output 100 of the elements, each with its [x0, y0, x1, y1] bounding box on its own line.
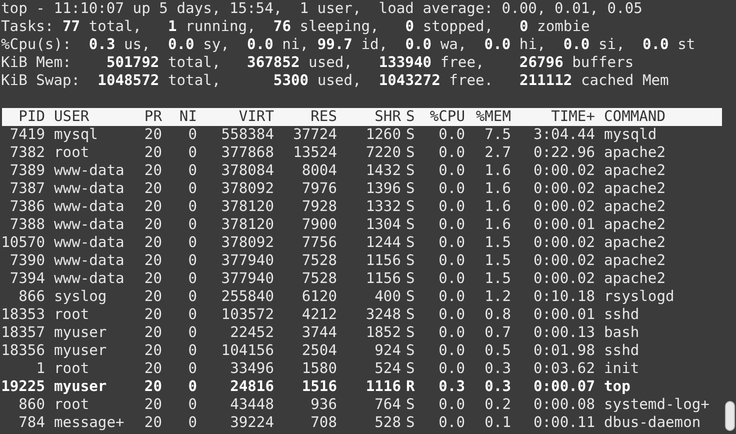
- table-cell-text: 0: [187, 234, 197, 252]
- table-cell-text: 1304: [364, 216, 401, 234]
- table-cell-text: 0: [187, 252, 197, 270]
- table-cell-text: 1244: [364, 234, 401, 252]
- table-cell-text: 1: [35, 360, 45, 378]
- column-header[interactable]: PID: [0, 108, 45, 126]
- table-cell-text: www-data: [54, 270, 126, 288]
- table-cell-text: bash: [604, 324, 640, 342]
- table-cell-text: 0: [187, 180, 197, 198]
- table-cell-text: 0.7: [484, 324, 511, 342]
- table-cell-text: 7390: [8, 252, 45, 270]
- table-cell-text: 0: [187, 144, 197, 162]
- table-cell-text: 7900: [300, 216, 337, 234]
- table-cell-text: 3744: [300, 324, 337, 342]
- table-cell-text: systemd-log+: [604, 396, 710, 414]
- table-cell-text: 7220: [364, 144, 401, 162]
- table-cell-text: 37724: [292, 126, 337, 144]
- table-cell-text: 0.0: [438, 288, 465, 306]
- table-cell-text: 4212: [300, 306, 337, 324]
- table-cell-text: 0: [187, 198, 197, 216]
- table-cell-text: 0:00.02: [532, 234, 595, 252]
- table-cell: 18357: [0, 324, 45, 342]
- table-cell-text: 0.8: [484, 306, 511, 324]
- table-cell-text: 20: [143, 180, 162, 198]
- summary-line: KiB Mem: 501792 total, 367852 used, 133940 free, 26796 buffers: [0, 54, 635, 72]
- table-cell-text: 0.0: [438, 252, 465, 270]
- table-cell-text: 0: [187, 414, 197, 432]
- table-cell-text: 0:22.96: [532, 144, 595, 162]
- table-cell-text: 0:01.98: [532, 342, 595, 360]
- table-cell-text: 255840: [220, 288, 274, 306]
- table-cell-text: 936: [310, 396, 337, 414]
- table-cell-text: 7.5: [484, 126, 511, 144]
- table-cell-text: apache2: [604, 162, 667, 180]
- column-header[interactable]: PR: [140, 108, 162, 126]
- table-cell-text: 0:00.11: [532, 414, 595, 432]
- table-cell: 18356: [0, 342, 45, 360]
- table-cell-text: 1332: [364, 198, 401, 216]
- table-cell-text: 0:00.13: [532, 324, 595, 342]
- table-cell-text: apache2: [604, 234, 667, 252]
- table-cell-text: 20: [143, 396, 162, 414]
- table-cell-text: mysqld: [604, 126, 658, 144]
- table-cell-text: 0.5: [484, 342, 511, 360]
- table-cell-text: 0.0: [438, 162, 465, 180]
- table-cell-text: 377940: [220, 270, 274, 288]
- table-cell-text: www-data: [54, 234, 126, 252]
- table-cell-text: sshd: [604, 306, 640, 324]
- table-cell-text: 0:00.02: [532, 198, 595, 216]
- column-header[interactable]: %CPU: [418, 108, 465, 126]
- table-cell-text: 103572: [220, 306, 274, 324]
- table-cell-text: 0.0: [438, 270, 465, 288]
- table-cell-text: 0.0: [438, 234, 465, 252]
- column-header[interactable]: COMMAND: [604, 108, 722, 126]
- summary-line: KiB Swap: 1048572 total, 5300 used, 1043272 free. 211112 cached Mem: [0, 72, 670, 90]
- table-cell-text: myuser: [54, 324, 108, 342]
- table-cell-text: mysql: [54, 126, 99, 144]
- table-cell-text: 0: [187, 162, 197, 180]
- table-cell-text: 20: [143, 324, 162, 342]
- table-cell-text: 8004: [300, 162, 337, 180]
- table-cell: 19225: [0, 378, 45, 396]
- table-cell-text: 1.6: [484, 162, 511, 180]
- table-cell-text: 1.6: [484, 216, 511, 234]
- table-cell-text: S: [406, 306, 416, 324]
- table-cell-text: 20: [143, 162, 162, 180]
- column-header[interactable]: RES: [274, 108, 337, 126]
- table-cell-text: 7387: [8, 180, 45, 198]
- table-cell-text: 2504: [300, 342, 337, 360]
- column-header[interactable]: TIME+: [511, 108, 595, 126]
- table-cell-text: 1260: [364, 126, 401, 144]
- table-cell-text: apache2: [604, 252, 667, 270]
- table-cell-text: S: [406, 144, 416, 162]
- column-header[interactable]: S: [406, 108, 418, 126]
- table-cell-text: 7928: [300, 198, 337, 216]
- table-cell-text: 0:00.01: [532, 216, 595, 234]
- table-cell-text: myuser: [54, 342, 108, 360]
- scrollbar-thumb[interactable]: [725, 401, 735, 431]
- column-header[interactable]: NI: [162, 108, 197, 126]
- table-cell-text: www-data: [54, 216, 126, 234]
- table-cell-text: apache2: [604, 270, 667, 288]
- table-cell-text: 0: [187, 360, 197, 378]
- column-header[interactable]: SHR: [337, 108, 401, 126]
- table-cell-text: apache2: [604, 198, 667, 216]
- column-header[interactable]: VIRT: [197, 108, 274, 126]
- table-cell-text: 0.0: [438, 306, 465, 324]
- column-header[interactable]: USER: [54, 108, 140, 126]
- table-cell-text: S: [406, 324, 416, 342]
- column-header[interactable]: %MEM: [465, 108, 511, 126]
- table-cell-text: S: [406, 360, 416, 378]
- table-cell-text: 1.5: [484, 234, 511, 252]
- table-cell-text: 0.3: [484, 360, 511, 378]
- table-cell-text: 528: [374, 414, 401, 432]
- table-cell-text: 378092: [220, 234, 274, 252]
- table-cell-text: 0.0: [438, 216, 465, 234]
- table-cell-text: 7756: [300, 234, 337, 252]
- table-cell-text: S: [406, 252, 416, 270]
- table-cell-text: 708: [310, 414, 337, 432]
- table-cell-text: R: [406, 378, 416, 396]
- summary-line: top - 11:10:07 up 5 days, 15:54, 1 user, load average: 0.00, 0.01, 0.05: [0, 0, 644, 18]
- table-cell-text: 400: [374, 288, 401, 306]
- table-cell-text: 0: [187, 342, 197, 360]
- table-cell: 10570: [0, 234, 45, 252]
